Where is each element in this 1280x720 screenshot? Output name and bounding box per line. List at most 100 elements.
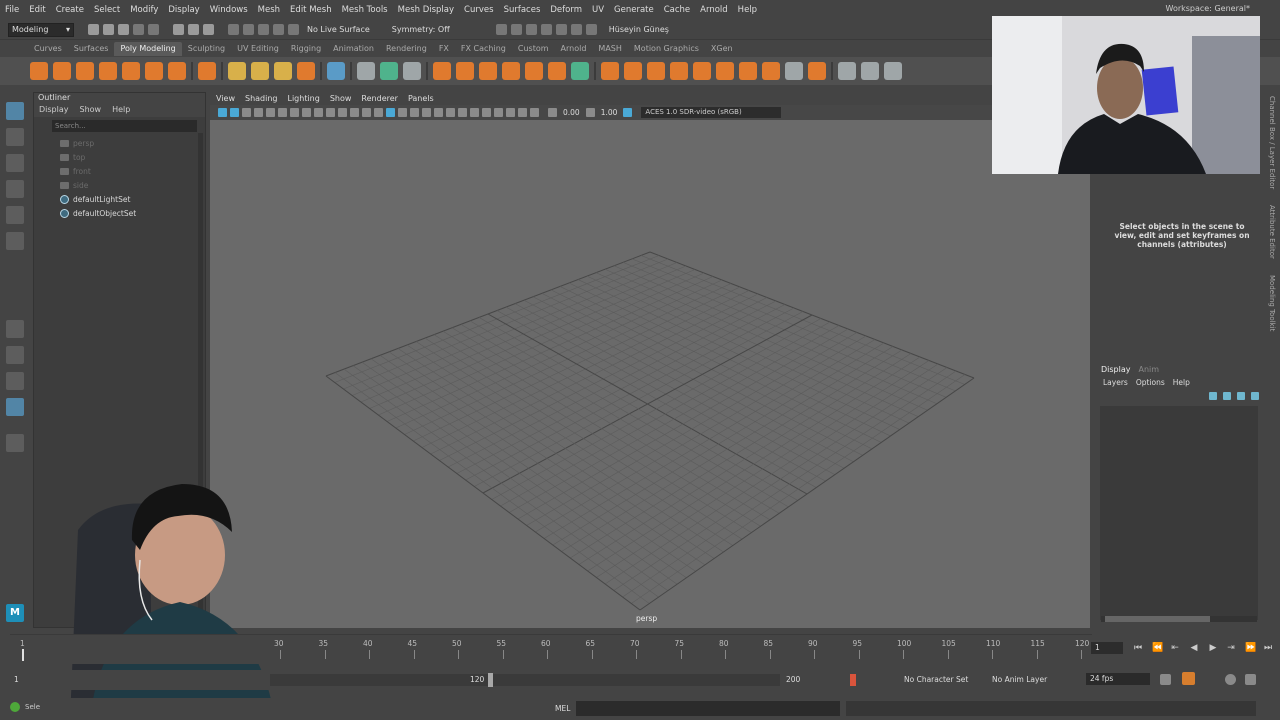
pause-icon[interactable] [585, 24, 597, 35]
script-language-toggle[interactable]: MEL [555, 704, 570, 713]
outliner-item-persp[interactable]: persp [34, 136, 205, 150]
bevel-icon[interactable] [739, 62, 757, 80]
ipr-render-icon[interactable] [540, 24, 552, 35]
shelf-tab-animation[interactable]: Animation [327, 42, 380, 56]
separate-icon[interactable] [456, 62, 474, 80]
viewport-persp[interactable]: persp [210, 120, 1090, 628]
new-scene-icon[interactable] [88, 24, 99, 35]
outliner-menu-display[interactable]: Display [39, 105, 69, 117]
poly-cone-icon[interactable] [99, 62, 117, 80]
menu-arnold[interactable]: Arnold [695, 5, 733, 15]
go-to-start-icon[interactable]: ⏮ [1133, 643, 1143, 653]
poly-cube-icon[interactable] [53, 62, 71, 80]
2d-pan-zoom-icon[interactable] [266, 108, 275, 117]
snap-view-plane-icon[interactable] [273, 24, 284, 35]
insert-edge-loop-icon[interactable] [716, 62, 734, 80]
boolean-difference-icon[interactable] [525, 62, 543, 80]
grid-toggle-icon[interactable] [290, 108, 299, 117]
outliner-item-default-light-set[interactable]: defaultLightSet [34, 192, 205, 206]
scale-tool-icon[interactable] [6, 232, 24, 250]
step-back-frame-icon[interactable]: ⇤ [1170, 643, 1180, 653]
outliner-layout-icon[interactable] [6, 398, 24, 416]
outliner-item-default-object-set[interactable]: defaultObjectSet [34, 206, 205, 220]
fps-dropdown[interactable]: 24 fps [1086, 673, 1150, 685]
smooth-shade-icon[interactable] [386, 108, 395, 117]
menu-help[interactable]: Help [733, 5, 762, 15]
snap-curve-icon[interactable] [243, 24, 254, 35]
menu-deform[interactable]: Deform [545, 5, 587, 15]
depth-of-field-icon[interactable] [482, 108, 491, 117]
arnold-render-icon[interactable] [570, 24, 582, 35]
type-tool-icon[interactable] [327, 62, 345, 80]
shelf-tab-rigging[interactable]: Rigging [285, 42, 327, 56]
new-layer-from-selection-icon[interactable] [1251, 392, 1259, 400]
outliner-item-top[interactable]: top [34, 150, 205, 164]
camera-attributes-icon[interactable] [230, 108, 239, 117]
layer-menu-options[interactable]: Options [1136, 378, 1165, 387]
menu-cache[interactable]: Cache [659, 5, 695, 15]
playback-end-field[interactable]: 120 [470, 674, 484, 686]
menu-edit[interactable]: Edit [24, 5, 50, 15]
poly-plane-icon[interactable] [145, 62, 163, 80]
maya-logo-icon[interactable]: M [6, 604, 24, 622]
paint-select-tool-icon[interactable] [6, 154, 24, 172]
svg-icon[interactable] [297, 62, 315, 80]
snap-grid-icon[interactable] [228, 24, 239, 35]
combine-icon[interactable] [433, 62, 451, 80]
extrude-icon[interactable] [601, 62, 619, 80]
shelf-tab-custom[interactable]: Custom [512, 42, 555, 56]
menu-mesh-display[interactable]: Mesh Display [393, 5, 459, 15]
layer-menu-help[interactable]: Help [1173, 378, 1190, 387]
viewport-menu-show[interactable]: Show [330, 94, 352, 103]
grease-pencil-icon[interactable] [278, 108, 287, 117]
layer-horizontal-scrollbar[interactable] [1101, 616, 1257, 622]
shelf-tab-arnold[interactable]: Arnold [555, 42, 593, 56]
loop-icon[interactable] [1160, 674, 1171, 685]
lasso-tool-icon[interactable] [6, 128, 24, 146]
snap-point-icon[interactable] [258, 24, 269, 35]
poly-sphere-icon[interactable] [30, 62, 48, 80]
append-polygon-icon[interactable] [647, 62, 665, 80]
shelf-tab-curves[interactable]: Curves [28, 42, 68, 56]
tab-display[interactable]: Display [1101, 365, 1131, 374]
workspace-selector[interactable]: Workspace: General* [1166, 4, 1251, 13]
delete-history-icon[interactable] [403, 62, 421, 80]
xray-icon[interactable] [506, 108, 515, 117]
wireframe-on-shaded-icon[interactable] [398, 108, 407, 117]
single-perspective-layout-icon[interactable] [6, 320, 24, 338]
viewport-menu-shading[interactable]: Shading [245, 94, 278, 103]
range-slider-handle[interactable] [488, 673, 493, 687]
time-slider-track[interactable]: 1 30 35 40 45 50 55 60 65 70 75 80 85 90 95 100 105 110 1… [10, 634, 1092, 664]
select-tool-icon[interactable] [6, 102, 24, 120]
menu-mesh[interactable]: Mesh [253, 5, 285, 15]
animation-preferences-icon[interactable] [1245, 674, 1256, 685]
use-all-lights-icon[interactable] [422, 108, 431, 117]
menu-windows[interactable]: Windows [205, 5, 253, 15]
animation-end-field[interactable]: 200 [786, 674, 800, 686]
menu-edit-mesh[interactable]: Edit Mesh [285, 5, 337, 15]
viewport-menu-renderer[interactable]: Renderer [361, 94, 398, 103]
shelf-tab-fx-caching[interactable]: FX Caching [455, 42, 512, 56]
mirror-icon[interactable] [571, 62, 589, 80]
select-hierarchy-icon[interactable] [173, 24, 184, 35]
exposure-field[interactable]: 0.00 [563, 108, 580, 117]
wireframe-icon[interactable] [374, 108, 383, 117]
menu-create[interactable]: Create [51, 5, 89, 15]
rotate-tool-icon[interactable] [6, 206, 24, 224]
shelf-tab-fx[interactable]: FX [433, 42, 455, 56]
fill-hole-icon[interactable] [670, 62, 688, 80]
gamma-field[interactable]: 1.00 [601, 108, 618, 117]
menu-surfaces[interactable]: Surfaces [499, 5, 546, 15]
menu-display[interactable]: Display [163, 5, 204, 15]
anti-aliasing-icon[interactable] [470, 108, 479, 117]
text-icon[interactable] [274, 62, 292, 80]
shelf-tab-sculpting[interactable]: Sculpting [182, 42, 231, 56]
shelf-tab-rendering[interactable]: Rendering [380, 42, 433, 56]
sculpt-tool-icon[interactable] [838, 62, 856, 80]
backface-culling-icon[interactable] [530, 108, 539, 117]
poke-icon[interactable] [808, 62, 826, 80]
anim-layer-dropdown[interactable]: No Anim Layer [992, 674, 1047, 686]
save-scene-icon[interactable] [118, 24, 129, 35]
auto-key-icon[interactable] [850, 674, 856, 686]
command-input[interactable] [576, 701, 840, 716]
